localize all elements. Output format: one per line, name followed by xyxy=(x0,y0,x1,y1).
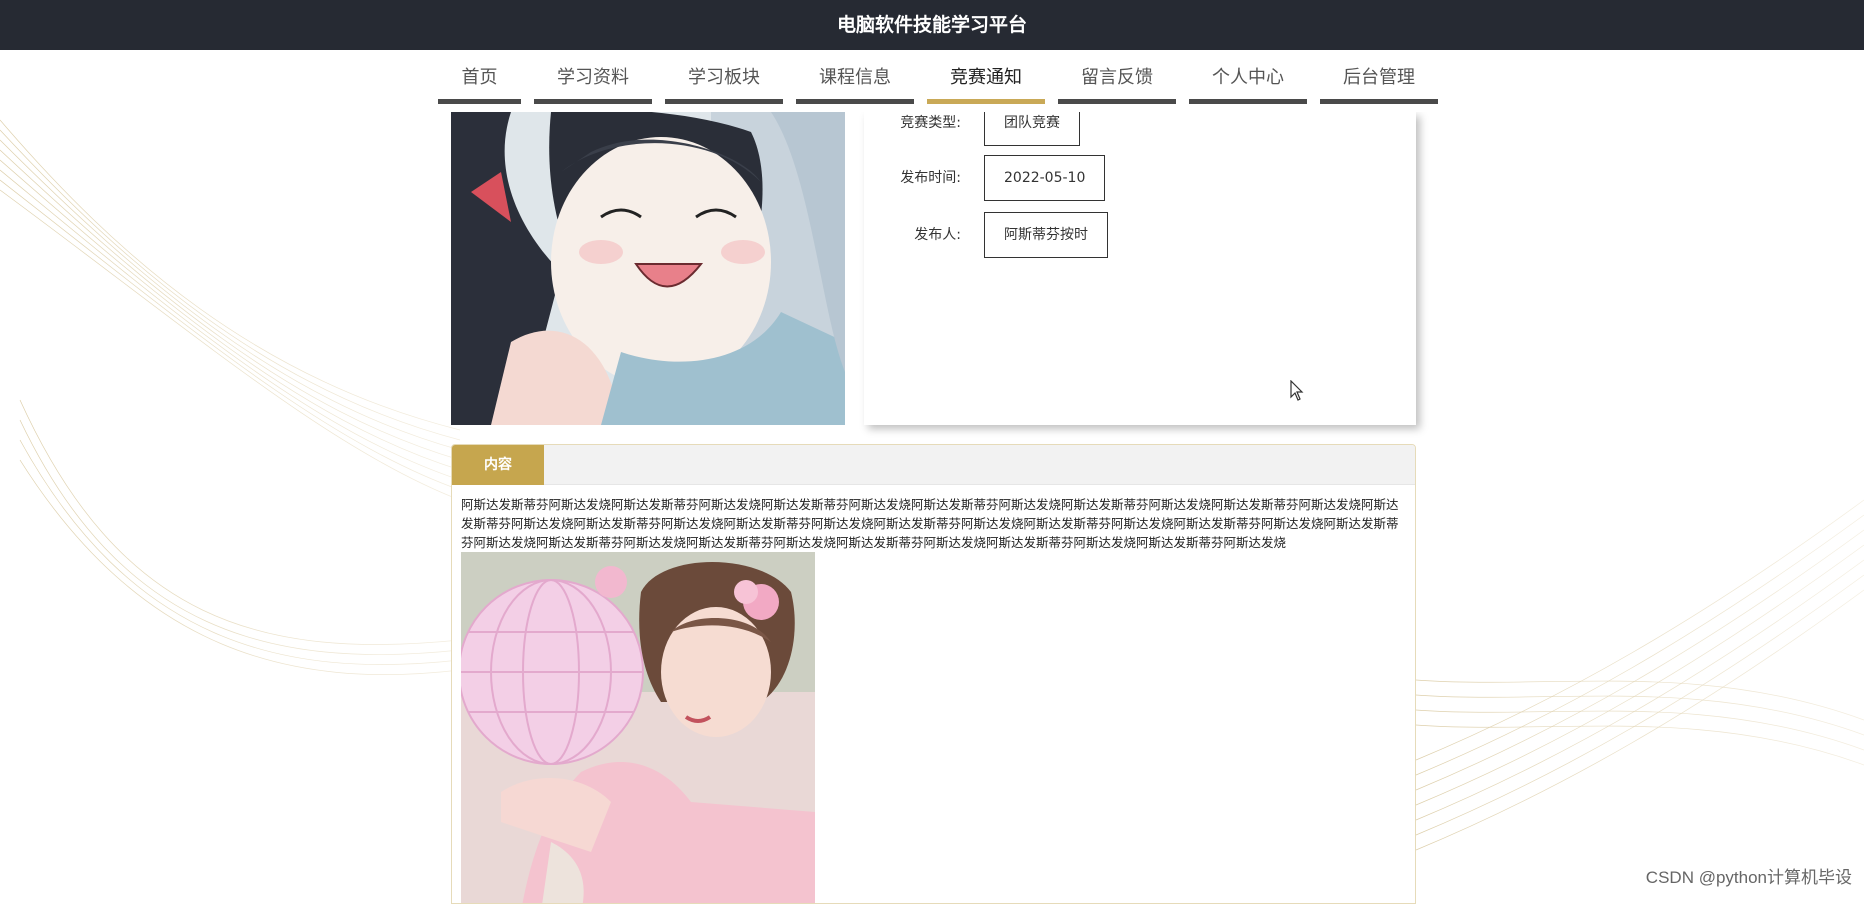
nav-list: 首页 学习资料 学习板块 课程信息 竞赛通知 留言反馈 个人中心 后台管理 xyxy=(438,64,1438,104)
publish-time-value: 2022-05-10 xyxy=(984,155,1105,201)
content-image xyxy=(461,552,815,904)
site-title: 电脑软件技能学习平台 xyxy=(837,14,1027,36)
publish-time-label: 发布时间: xyxy=(841,155,961,201)
info-row-publish-time: 发布时间: 2022-05-10 xyxy=(864,155,1416,201)
content-tab-bar: 内容 xyxy=(452,445,1415,485)
mouse-cursor-icon xyxy=(1290,380,1306,402)
tab-content[interactable]: 内容 xyxy=(452,445,544,485)
nav-item-course-info[interactable]: 课程信息 xyxy=(796,64,914,104)
nav-item-feedback[interactable]: 留言反馈 xyxy=(1058,64,1176,104)
nav-item-study-sections[interactable]: 学习板块 xyxy=(665,64,783,104)
publisher-value: 阿斯蒂芬按时 xyxy=(984,212,1108,258)
nav-item-admin[interactable]: 后台管理 xyxy=(1320,64,1438,104)
content-panel: 内容 阿斯达发斯蒂芬阿斯达发烧阿斯达发斯蒂芬阿斯达发烧阿斯达发斯蒂芬阿斯达发烧阿… xyxy=(451,444,1416,904)
competition-info-panel: 竞赛类型: 团队竞赛 发布时间: 2022-05-10 发布人: 阿斯蒂芬按时 xyxy=(864,112,1416,425)
info-row-publisher: 发布人: 阿斯蒂芬按时 xyxy=(864,212,1416,258)
nav-item-home[interactable]: 首页 xyxy=(438,64,521,104)
watermark: CSDN @python计算机毕设 xyxy=(1646,863,1852,888)
main-nav: 首页 学习资料 学习板块 课程信息 竞赛通知 留言反馈 个人中心 后台管理 xyxy=(0,50,1864,112)
site-header: 电脑软件技能学习平台 xyxy=(0,0,1864,50)
nav-item-study-materials[interactable]: 学习资料 xyxy=(534,64,652,104)
publisher-label: 发布人: xyxy=(841,212,961,258)
competition-detail: 竞赛类型: 团队竞赛 发布时间: 2022-05-10 发布人: 阿斯蒂芬按时 xyxy=(451,112,1416,425)
nav-item-competition-notice[interactable]: 竞赛通知 xyxy=(927,64,1045,104)
content-text: 阿斯达发斯蒂芬阿斯达发烧阿斯达发斯蒂芬阿斯达发烧阿斯达发斯蒂芬阿斯达发烧阿斯达发… xyxy=(452,485,1415,552)
competition-cover-image xyxy=(451,112,845,425)
nav-item-personal-center[interactable]: 个人中心 xyxy=(1189,64,1307,104)
